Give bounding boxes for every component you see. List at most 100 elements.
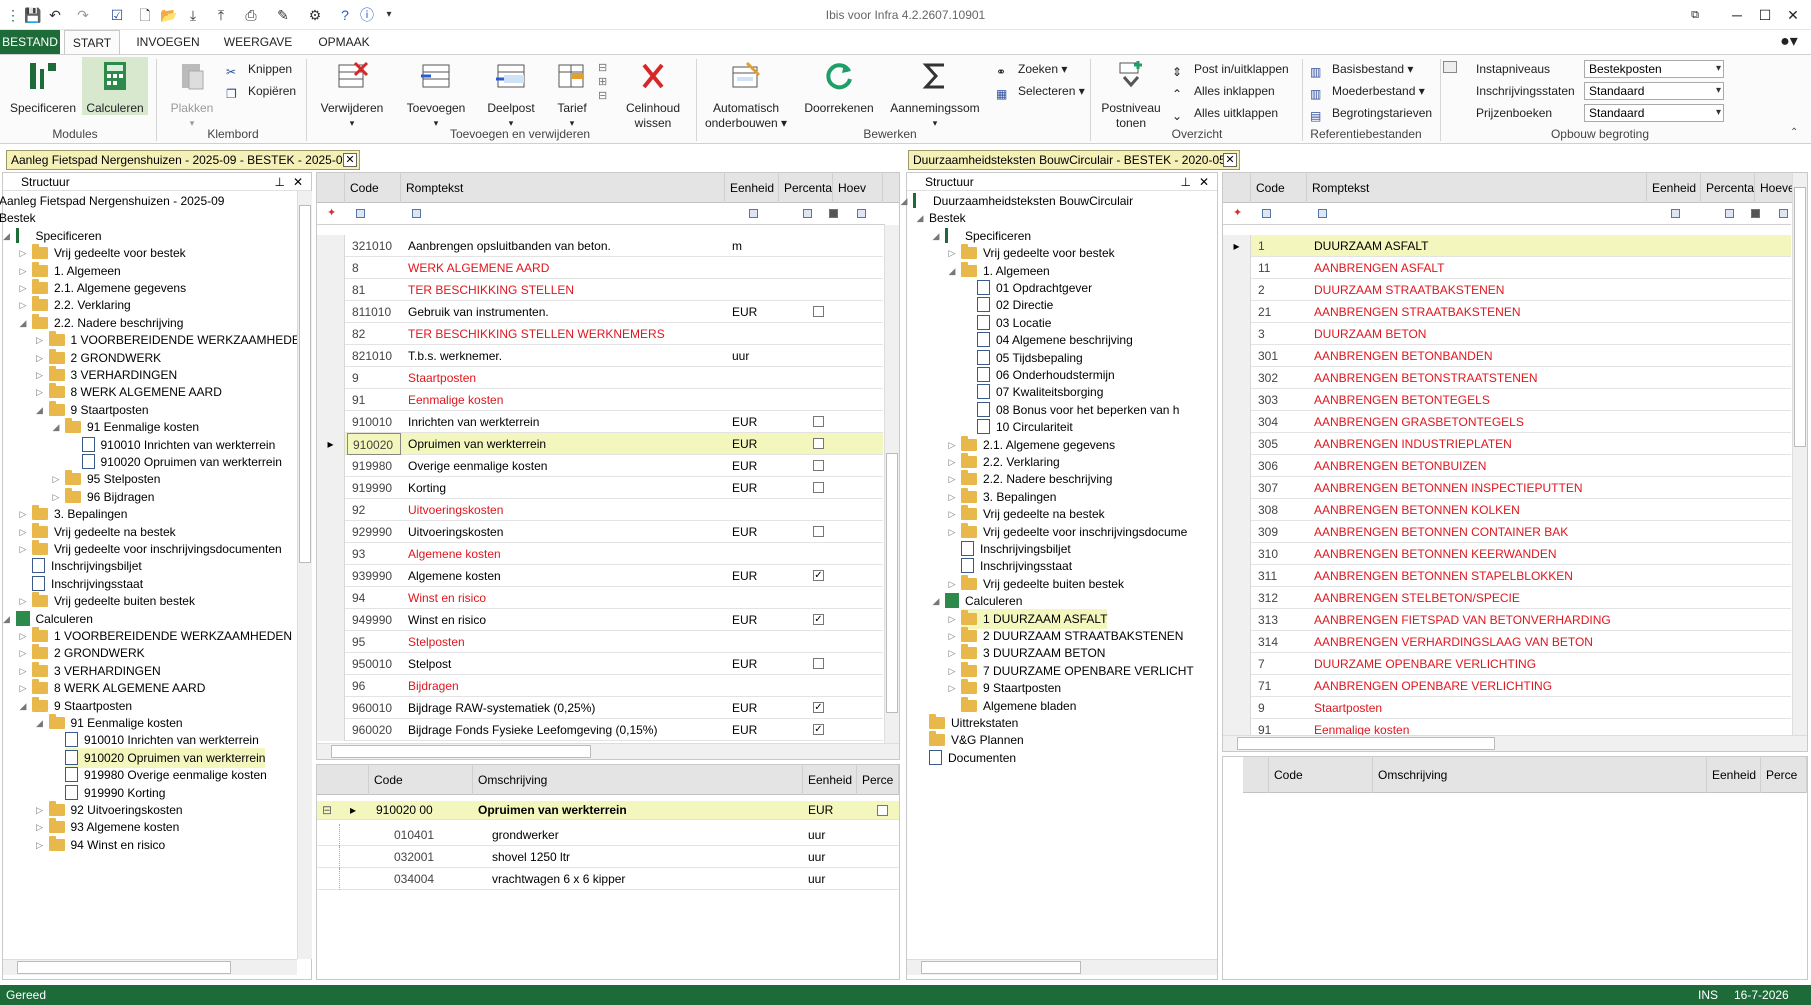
table-row[interactable]: 3 DUURZAAM BETON [1223, 323, 1791, 345]
collapse-row-icon[interactable]: ⊟ [317, 801, 345, 820]
automatisch-onderbouwen-button[interactable]: Automatisch onderbouwen ▾ [702, 57, 790, 131]
table-row[interactable]: 92 Uitvoeringskosten [317, 499, 883, 521]
filter-romptekst[interactable] [1318, 209, 1327, 218]
table-row[interactable]: 313 AANBRENGEN FIETSPAD VAN BETONVERHARDI… [1223, 609, 1791, 631]
user-icon[interactable]: ●▾ [1772, 30, 1806, 54]
row-indicator[interactable] [1223, 389, 1251, 411]
post-in-uitklappen-button[interactable]: ⇕ Post in/uitklappen [1172, 59, 1289, 79]
collapse-arrow-icon[interactable]: ◢ [35, 713, 45, 733]
row-indicator[interactable] [1223, 631, 1251, 653]
horizontal-scrollbar[interactable] [317, 743, 899, 759]
tab-start[interactable]: START [64, 30, 120, 54]
table-row[interactable]: 305 AANBRENGEN INDUSTRIEPLATEN [1223, 433, 1791, 455]
sub-col-code[interactable]: Code [369, 765, 473, 795]
row-indicator[interactable] [317, 697, 345, 719]
table-row[interactable]: 309 AANBRENGEN BETONNEN CONTAINER BAK [1223, 521, 1791, 543]
table-row[interactable]: 949990 Winst en risico EUR ✓ [317, 609, 883, 631]
col-eenheid[interactable]: Eenheid [725, 173, 779, 203]
table-row[interactable]: 010401 grondwerker uur [317, 824, 899, 846]
filter-check[interactable] [829, 209, 838, 218]
plakken-button[interactable]: Plakken ▾ [164, 57, 220, 131]
prijzenboeken-select[interactable]: Standaard [1584, 104, 1724, 122]
maximize-button[interactable]: ☐ [1752, 4, 1778, 26]
table-row[interactable]: 939990 Algemene kosten EUR ✓ [317, 565, 883, 587]
row-checkbox[interactable] [813, 482, 824, 493]
sub-col-code[interactable]: Code [1269, 757, 1373, 793]
row-indicator[interactable] [1223, 301, 1251, 323]
filter-eenheid[interactable] [1671, 209, 1680, 218]
sub-col-omschrijving[interactable]: Omschrijving [1373, 757, 1707, 793]
filter-hoeveelheid[interactable] [1779, 209, 1788, 218]
row-indicator[interactable] [317, 565, 345, 587]
table-row[interactable]: 301 AANBRENGEN BETONBANDEN [1223, 345, 1791, 367]
sub-col-percentage[interactable]: Perce [857, 765, 899, 795]
row-checkbox[interactable] [813, 658, 824, 669]
table-row[interactable]: 91 Eenmalige kosten [317, 389, 883, 411]
row-indicator[interactable] [1223, 565, 1251, 587]
table-row[interactable]: 81 TER BESCHIKKING STELLEN [317, 279, 883, 301]
doorrekenen-button[interactable]: Doorrekenen [802, 57, 876, 116]
tree-node[interactable]: ▷ 94 Winst en risico [36, 835, 165, 855]
table-row[interactable]: 950010 Stelpost EUR [317, 653, 883, 675]
postniveau-tonen-button[interactable]: Postniveau tonen [1094, 57, 1168, 131]
sub-col-eenheid[interactable]: Eenheid [1707, 757, 1761, 793]
table-row[interactable]: 9 Staartposten [317, 367, 883, 389]
row-indicator[interactable] [317, 609, 345, 631]
zoeken-button[interactable]: ⚭ Zoeken ▾ [996, 59, 1067, 79]
row-indicator[interactable] [317, 279, 345, 301]
row-indicator[interactable] [317, 367, 345, 389]
table-row[interactable]: 94 Winst en risico [317, 587, 883, 609]
collapse-arrow-icon[interactable]: ◢ [35, 400, 45, 420]
row-indicator[interactable] [1223, 279, 1251, 301]
inschrijvingsstaten-select[interactable]: Standaard [1584, 82, 1724, 100]
collapse-arrow-icon[interactable]: ◢ [947, 261, 957, 281]
row-indicator[interactable] [1223, 521, 1251, 543]
filter-check[interactable] [1751, 209, 1760, 218]
table-row[interactable]: 308 AANBRENGEN BETONNEN KOLKEN [1223, 499, 1791, 521]
collapse-arrow-icon[interactable]: ◢ [51, 417, 61, 437]
table-row[interactable]: 7 DUURZAME OPENBARE VERLICHTING [1223, 653, 1791, 675]
celinhoud-wissen-button[interactable]: Celinhoud wissen [618, 57, 688, 131]
table-row[interactable]: 82 TER BESCHIKKING STELLEN WERKNEMERS [317, 323, 883, 345]
row-indicator[interactable] [317, 543, 345, 565]
table-row[interactable]: 312 AANBRENGEN STELBETON/SPECIE [1223, 587, 1791, 609]
table-row[interactable]: 93 Algemene kosten [317, 543, 883, 565]
expand-arrow-icon[interactable]: ▷ [947, 678, 957, 698]
collapse-arrow-icon[interactable]: ◢ [915, 208, 925, 228]
tab-invoegen[interactable]: INVOEGEN [132, 30, 204, 54]
table-row[interactable]: 306 AANBRENGEN BETONBUIZEN [1223, 455, 1791, 477]
row-indicator[interactable] [1223, 499, 1251, 521]
filter-percentage[interactable] [803, 209, 812, 218]
row-indicator[interactable] [1223, 323, 1251, 345]
close-panel-icon[interactable]: ✕ [293, 173, 303, 191]
row-indicator[interactable] [317, 521, 345, 543]
row-indicator[interactable] [1223, 587, 1251, 609]
col-code[interactable]: Code [345, 173, 401, 203]
row-indicator[interactable] [317, 301, 345, 323]
aannemingssom-button[interactable]: Aannemingssom ▾ [888, 57, 982, 131]
row-indicator[interactable] [1223, 455, 1251, 477]
row-indicator[interactable] [1223, 345, 1251, 367]
deelpost-button[interactable]: Deelpost ▾ [478, 57, 544, 131]
table-row[interactable]: 929990 Uitvoeringskosten EUR [317, 521, 883, 543]
table-row[interactable]: 919990 Korting EUR [317, 477, 883, 499]
specificeren-button[interactable]: Specificeren [8, 57, 78, 116]
begrotingstarieven-button[interactable]: ▤ Begrotingstarieven [1310, 103, 1432, 123]
col-percentage[interactable]: Percenta [1701, 173, 1755, 203]
vertical-scrollbar[interactable] [297, 191, 312, 959]
expand-arrow-icon[interactable]: ▷ [18, 539, 28, 559]
tab-bestand[interactable]: BESTAND [0, 30, 60, 54]
alles-uitklappen-button[interactable]: ⌄ Alles uitklappen [1172, 103, 1278, 123]
expand-arrow-icon[interactable]: ▷ [35, 835, 45, 855]
tarief-button[interactable]: Tarief ▾ [548, 57, 596, 131]
row-indicator[interactable] [317, 675, 345, 697]
col-percentage[interactable]: Percenta [779, 173, 833, 203]
pin-icon[interactable]: ⊥ [1181, 173, 1191, 191]
row-indicator[interactable] [1223, 367, 1251, 389]
close-button[interactable]: ✕ [1780, 4, 1806, 26]
col-eenheid[interactable]: Eenheid [1647, 173, 1701, 203]
table-row[interactable]: 314 AANBRENGEN VERHARDINGSLAAG VAN BETON [1223, 631, 1791, 653]
row-indicator[interactable] [317, 477, 345, 499]
horizontal-scrollbar[interactable] [1223, 735, 1807, 751]
vertical-scrollbar[interactable] [1792, 173, 1807, 735]
